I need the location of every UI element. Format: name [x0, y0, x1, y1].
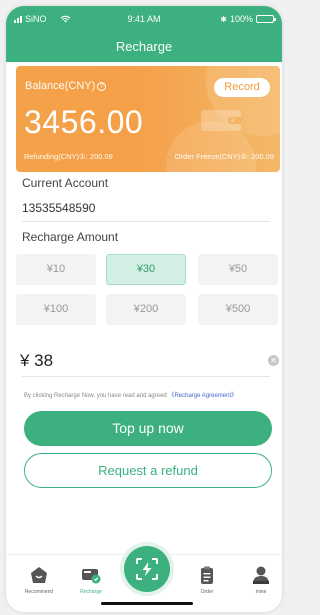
- wallet-watermark-icon: [201, 110, 242, 131]
- top-up-button[interactable]: Top up now: [24, 411, 272, 446]
- amount-option-10[interactable]: ¥10: [16, 254, 96, 285]
- home-icon: [31, 567, 47, 583]
- clear-icon[interactable]: ✕: [268, 355, 279, 366]
- tab-label: mine: [255, 589, 267, 595]
- balance-card: Balance(CNY) ? Record 3456.00 Refunding(…: [16, 66, 280, 172]
- balance-amount: 3456.00: [24, 104, 144, 140]
- battery-percent: 100%: [229, 14, 253, 24]
- tab-recommend[interactable]: Recommend: [14, 565, 64, 595]
- bluetooth-icon: ✱: [220, 14, 227, 24]
- tab-recharge[interactable]: Recharge: [66, 565, 116, 595]
- request-refund-button[interactable]: Request a refund: [24, 453, 272, 488]
- tab-order[interactable]: Order: [182, 565, 232, 595]
- person-icon: [253, 566, 269, 584]
- recharge-amount-label: Recharge Amount: [22, 230, 119, 244]
- account-number: 13535548590: [22, 201, 96, 215]
- status-bar: SiNO 9:41 AM ✱ 100%: [6, 14, 282, 28]
- balance-label-text: Balance(CNY): [25, 80, 96, 92]
- wallet-icon: [82, 569, 101, 584]
- custom-amount-input[interactable]: ¥ 38: [20, 351, 53, 371]
- phone-screen: SiNO 9:41 AM ✱ 100% Recharge Balance(CNY…: [6, 6, 282, 612]
- tab-label: Recharge: [80, 589, 102, 595]
- header-bar: SiNO 9:41 AM ✱ 100% Recharge: [6, 6, 282, 62]
- agreement-text: By clicking Recharge Now, you have read …: [24, 390, 237, 399]
- help-icon[interactable]: ?: [97, 81, 107, 91]
- amount-option-30[interactable]: ¥30: [106, 254, 186, 285]
- amount-option-50[interactable]: ¥50: [198, 254, 278, 285]
- amount-option-200[interactable]: ¥200: [106, 294, 186, 325]
- scan-button[interactable]: [124, 546, 170, 592]
- amount-option-500[interactable]: ¥500: [198, 294, 278, 325]
- clipboard-icon: [201, 566, 213, 584]
- tab-mine[interactable]: mine: [236, 565, 282, 595]
- scan-lightning-icon: [136, 558, 158, 580]
- divider: [22, 376, 270, 377]
- status-right: ✱ 100%: [220, 14, 276, 24]
- recharge-agreement-link[interactable]: 《Recharge Agreement》: [168, 393, 237, 399]
- amount-option-100[interactable]: ¥100: [16, 294, 96, 325]
- current-account-label: Current Account: [22, 176, 109, 190]
- tab-label: Order: [200, 589, 214, 595]
- tab-label: Recommend: [24, 589, 54, 595]
- order-freeze-amount: Order Freeze(CNY)②: 200.09: [174, 152, 274, 161]
- balance-label: Balance(CNY) ?: [25, 80, 107, 92]
- record-button[interactable]: Record: [214, 78, 270, 97]
- home-indicator: [101, 602, 193, 605]
- agreement-statement: By clicking Recharge Now, you have read …: [24, 393, 167, 399]
- divider: [22, 221, 270, 222]
- battery-icon: [256, 15, 276, 23]
- page-title: Recharge: [115, 39, 173, 54]
- refunding-amount: Refunding(CNY)①: 200.09: [24, 152, 113, 161]
- card-footer: Refunding(CNY)①: 200.09 Order Freeze(CNY…: [24, 152, 274, 161]
